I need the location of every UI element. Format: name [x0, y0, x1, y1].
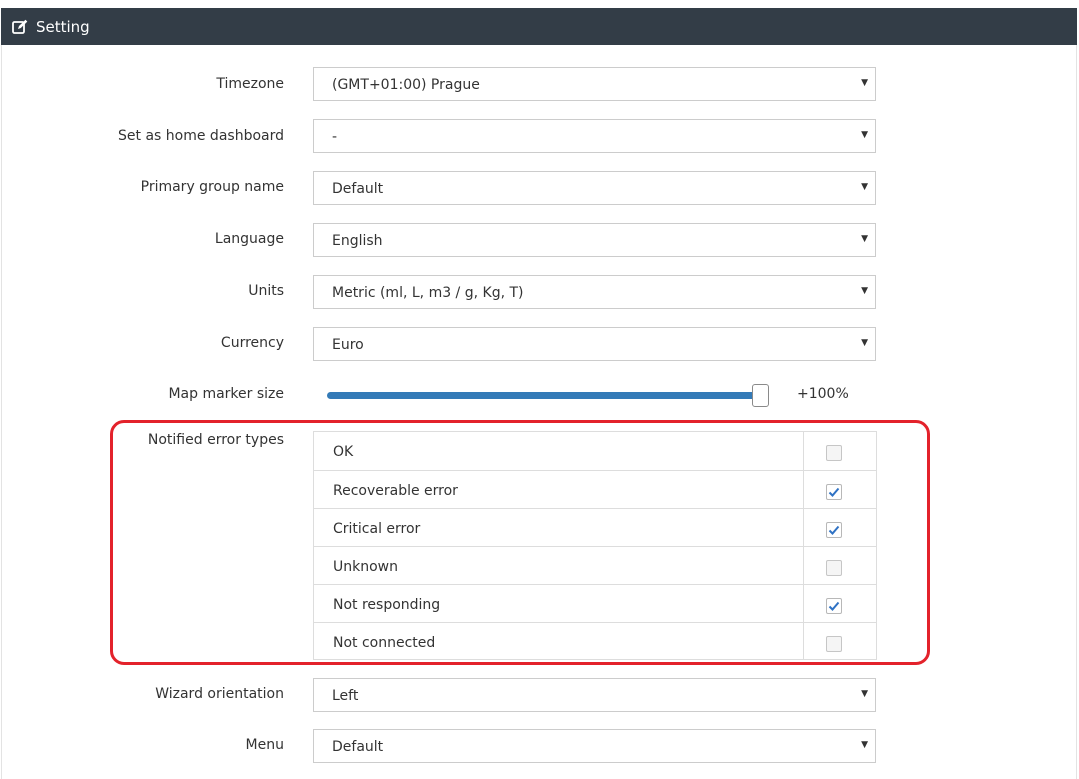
timezone-value: (GMT+01:00) Prague [332, 77, 480, 93]
caret-down-icon: ▼ [861, 740, 868, 750]
units-value: Metric (ml, L, m3 / g, Kg, T) [332, 285, 524, 301]
caret-down-icon: ▼ [861, 286, 868, 296]
caret-down-icon: ▼ [861, 338, 868, 348]
error-type-checkbox[interactable] [826, 445, 842, 461]
menu-select[interactable]: Default ▼ [313, 729, 876, 763]
map-marker-slider-handle[interactable] [752, 384, 769, 407]
error-type-label: Not responding [333, 597, 441, 613]
error-type-label: OK [333, 444, 354, 460]
error-type-row: Not connected [314, 622, 876, 660]
timezone-label: Timezone [216, 76, 284, 92]
column-divider [803, 547, 804, 584]
map-marker-label: Map marker size [168, 386, 284, 402]
language-value: English [332, 233, 383, 249]
column-divider [803, 585, 804, 622]
map-marker-value: +100% [797, 386, 849, 402]
error-type-label: Critical error [333, 521, 421, 537]
checkmark-icon [828, 487, 840, 497]
error-type-row: OK [314, 432, 876, 470]
error-type-row: Not responding [314, 584, 876, 622]
currency-label: Currency [220, 335, 284, 351]
primary-group-select[interactable]: Default ▼ [313, 171, 876, 205]
timezone-select[interactable]: (GMT+01:00) Prague ▼ [313, 67, 876, 101]
error-type-checkbox[interactable] [826, 598, 842, 614]
home-dashboard-select[interactable]: - ▼ [313, 119, 876, 153]
caret-down-icon: ▼ [861, 182, 868, 192]
error-type-checkbox[interactable] [826, 522, 842, 538]
primary-group-label: Primary group name [140, 179, 284, 195]
error-type-row: Unknown [314, 546, 876, 584]
caret-down-icon: ▼ [861, 130, 868, 140]
menu-label: Menu [245, 737, 284, 753]
error-type-label: Recoverable error [333, 483, 458, 499]
column-divider [803, 509, 804, 546]
error-type-row: Critical error [314, 508, 876, 546]
error-type-row: Recoverable error [314, 470, 876, 508]
language-label: Language [214, 231, 284, 247]
caret-down-icon: ▼ [861, 78, 868, 88]
currency-value: Euro [332, 337, 364, 353]
column-divider [803, 623, 804, 660]
column-divider [803, 471, 804, 508]
error-type-checkbox[interactable] [826, 636, 842, 652]
panel-title: Setting [36, 17, 90, 36]
notified-errors-label: Notified error types [147, 432, 284, 448]
menu-value: Default [332, 739, 384, 755]
settings-panel: Setting Timezone (GMT+01:00) Prague ▼ Se… [0, 0, 1079, 779]
map-marker-slider-track[interactable] [327, 392, 763, 399]
caret-down-icon: ▼ [861, 689, 868, 699]
home-dashboard-label: Set as home dashboard [118, 128, 284, 144]
edit-icon [12, 19, 28, 35]
wizard-orientation-value: Left [332, 688, 359, 704]
checkmark-icon [828, 601, 840, 611]
wizard-orientation-label: Wizard orientation [155, 686, 284, 702]
column-divider [803, 432, 804, 470]
notified-errors-table: OK Recoverable error Critical error Unkn… [313, 431, 877, 660]
panel-header: Setting [1, 8, 1077, 45]
caret-down-icon: ▼ [861, 234, 868, 244]
units-label: Units [248, 283, 284, 299]
units-select[interactable]: Metric (ml, L, m3 / g, Kg, T) ▼ [313, 275, 876, 309]
currency-select[interactable]: Euro ▼ [313, 327, 876, 361]
error-type-label: Not connected [333, 635, 436, 651]
checkmark-icon [828, 525, 840, 535]
home-dashboard-value: - [332, 129, 338, 145]
panel-border [1076, 45, 1077, 779]
primary-group-value: Default [332, 181, 384, 197]
error-type-checkbox[interactable] [826, 484, 842, 500]
error-type-label: Unknown [333, 559, 398, 575]
language-select[interactable]: English ▼ [313, 223, 876, 257]
error-type-checkbox[interactable] [826, 560, 842, 576]
panel-border [1, 45, 2, 779]
wizard-orientation-select[interactable]: Left ▼ [313, 678, 876, 712]
